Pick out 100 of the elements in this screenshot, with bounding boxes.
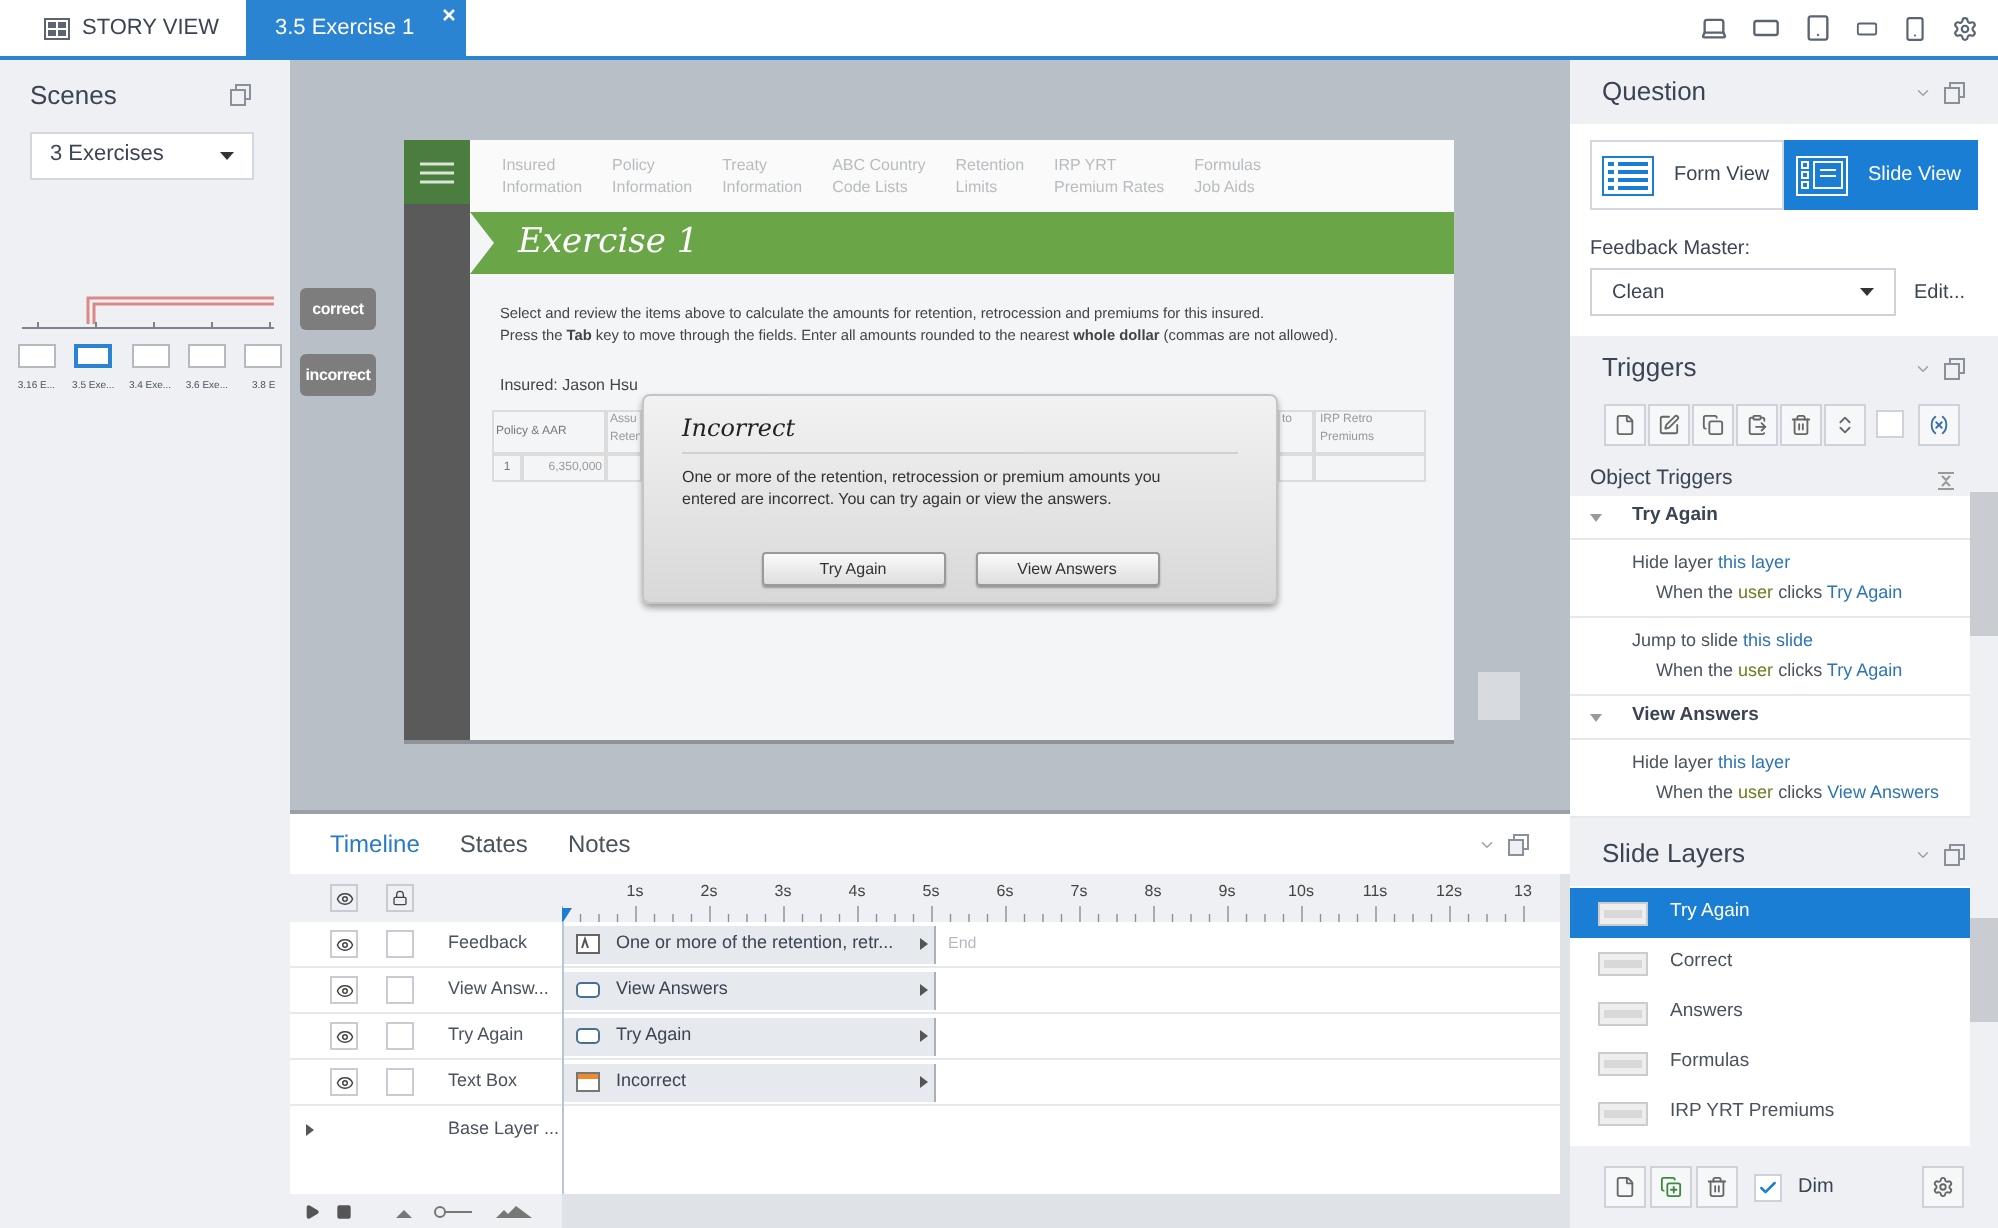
expand-arrow-icon	[920, 1076, 928, 1088]
trigger-action[interactable]: Jump to slide this slide	[1632, 626, 1970, 656]
lock-toggle[interactable]	[386, 930, 414, 958]
timeline-tab[interactable]: Timeline	[330, 826, 420, 862]
close-icon[interactable]	[442, 8, 457, 22]
zoom-slider-icon[interactable]	[396, 1203, 532, 1219]
view-tab[interactable]: Slide View	[1784, 140, 1978, 210]
object-name: Try Again	[448, 1022, 524, 1049]
feedback-layer-button[interactable]: correct	[300, 288, 376, 330]
desktop-preview-icon[interactable]	[1700, 14, 1728, 42]
ruler-tick-label: 8s	[1142, 880, 1164, 904]
trigger-group-name: Try Again	[1632, 502, 1718, 531]
panel-title: Slide Layers	[1602, 836, 1746, 873]
end-marker-label: End	[948, 932, 977, 956]
stop-icon[interactable]	[336, 1203, 352, 1219]
new-layer-icon[interactable]	[1604, 1166, 1646, 1208]
collapse-all-icon[interactable]	[1938, 471, 1954, 489]
expand-arrow-icon	[920, 938, 928, 950]
eye-icon	[335, 935, 353, 953]
eye-icon	[335, 1073, 353, 1091]
dialog-title: Incorrect	[682, 410, 1238, 454]
trigger-condition[interactable]: When the user clicks View Answers	[1632, 778, 1970, 808]
checkbox[interactable]	[1876, 410, 1904, 438]
dropdown-arrow-icon	[1860, 288, 1874, 296]
delete-icon[interactable]	[1780, 403, 1822, 445]
duplicate-layer-icon[interactable]	[1650, 1166, 1692, 1208]
table-cell	[606, 454, 642, 482]
copy-icon[interactable]	[1692, 403, 1734, 445]
scene-dropdown[interactable]: 3 Exercises	[30, 131, 254, 179]
dim-checkbox[interactable]	[1754, 1173, 1782, 1201]
visibility-toggle[interactable]	[330, 976, 358, 1004]
edit-icon[interactable]	[1648, 403, 1690, 445]
timeline-bar[interactable]: View Answers	[564, 971, 936, 1009]
feedback-master-dropdown[interactable]: Clean	[1590, 268, 1896, 316]
tablet-landscape-icon[interactable]	[1752, 14, 1780, 42]
trigger-condition[interactable]: When the user clicks Try Again	[1632, 578, 1970, 608]
layer-item[interactable]: Formulas	[1570, 1038, 1970, 1088]
visibility-header-icon[interactable]	[330, 884, 358, 912]
settings-icon[interactable]	[1952, 15, 1978, 41]
trigger-action[interactable]: Hide layer this layer	[1632, 548, 1970, 578]
feedback-layer-button[interactable]: incorrect	[300, 354, 376, 396]
document-tab[interactable]: 3.5 Exercise 1	[246, 0, 467, 56]
dock-icon[interactable]	[1944, 357, 1966, 379]
button-icon	[576, 1026, 600, 1046]
timeline-bar[interactable]: Incorrect	[564, 1063, 936, 1101]
trigger-action[interactable]: Hide layer this layer	[1632, 748, 1970, 778]
lock-toggle[interactable]	[386, 976, 414, 1004]
timeline-bar[interactable]: One or more of the retention, retr...	[564, 925, 936, 963]
edit-link[interactable]: Edit...	[1914, 277, 1966, 307]
dock-icon[interactable]	[1508, 833, 1530, 855]
move-icon[interactable]	[1824, 403, 1866, 445]
vertical-scrollbar[interactable]	[1560, 874, 1570, 1228]
insured-label: Insured: Jason Hsu	[500, 374, 640, 398]
layer-item[interactable]: Try Again	[1570, 888, 1970, 938]
lock-header-icon[interactable]	[386, 884, 414, 912]
lock-toggle[interactable]	[386, 1068, 414, 1096]
timeline-tab[interactable]: Notes	[567, 826, 631, 862]
ruler-tick-label: 10s	[1286, 880, 1316, 904]
dialog-button[interactable]: View Answers	[975, 552, 1159, 586]
paste-icon[interactable]	[1736, 403, 1778, 445]
menu-button[interactable]	[404, 140, 470, 204]
ruler-tick-label: 3s	[772, 880, 794, 904]
trigger-condition[interactable]: When the user clicks Try Again	[1632, 656, 1970, 686]
view-tab[interactable]: Form View	[1590, 140, 1784, 210]
table-cell	[1278, 454, 1314, 482]
expand-arrow-icon	[920, 1030, 928, 1042]
ruler-tick-label: 13	[1512, 880, 1534, 904]
ruler-tick-label: 6s	[994, 880, 1016, 904]
timeline-tab[interactable]: States	[459, 826, 528, 862]
new-trigger-icon[interactable]	[1604, 403, 1646, 445]
dock-icon[interactable]	[1944, 843, 1966, 865]
list-title: Object Triggers	[1590, 464, 1733, 495]
visibility-toggle[interactable]	[330, 1022, 358, 1050]
horizontal-scrollbar[interactable]	[562, 1194, 1560, 1228]
timeline-bar[interactable]: Try Again	[564, 1017, 936, 1055]
ruler-tick-label: 7s	[1068, 880, 1090, 904]
field-label: Feedback Master:	[1590, 236, 1753, 264]
phone-landscape-icon[interactable]	[1856, 17, 1878, 39]
tablet-portrait-icon[interactable]	[1804, 14, 1832, 42]
play-icon[interactable]	[304, 1203, 320, 1219]
delete-icon[interactable]	[1696, 1166, 1738, 1208]
ruler-tick-label: 12s	[1434, 880, 1464, 904]
dialog-button[interactable]: Try Again	[761, 552, 945, 586]
dock-icon[interactable]	[230, 84, 252, 107]
variables-icon[interactable]	[1918, 403, 1960, 445]
slide-view-icon	[1796, 155, 1848, 195]
expand-arrow-icon[interactable]	[306, 1123, 314, 1135]
visibility-toggle[interactable]	[330, 930, 358, 958]
layer-item[interactable]: Answers	[1570, 988, 1970, 1038]
document-tab[interactable]: STORY VIEW	[16, 0, 247, 56]
layer-item[interactable]: IRP YRT Premiums	[1570, 1088, 1970, 1138]
lock-toggle[interactable]	[386, 1022, 414, 1050]
layer-item[interactable]: Correct	[1570, 938, 1970, 988]
trigger-group-name: View Answers	[1632, 702, 1759, 731]
phone-portrait-icon[interactable]	[1902, 15, 1928, 41]
object-name: View Answ...	[448, 976, 549, 1003]
layer-thumbnail-icon	[1598, 951, 1648, 975]
dock-icon[interactable]	[1944, 81, 1966, 103]
visibility-toggle[interactable]	[330, 1068, 358, 1096]
button-icon	[576, 980, 600, 1000]
